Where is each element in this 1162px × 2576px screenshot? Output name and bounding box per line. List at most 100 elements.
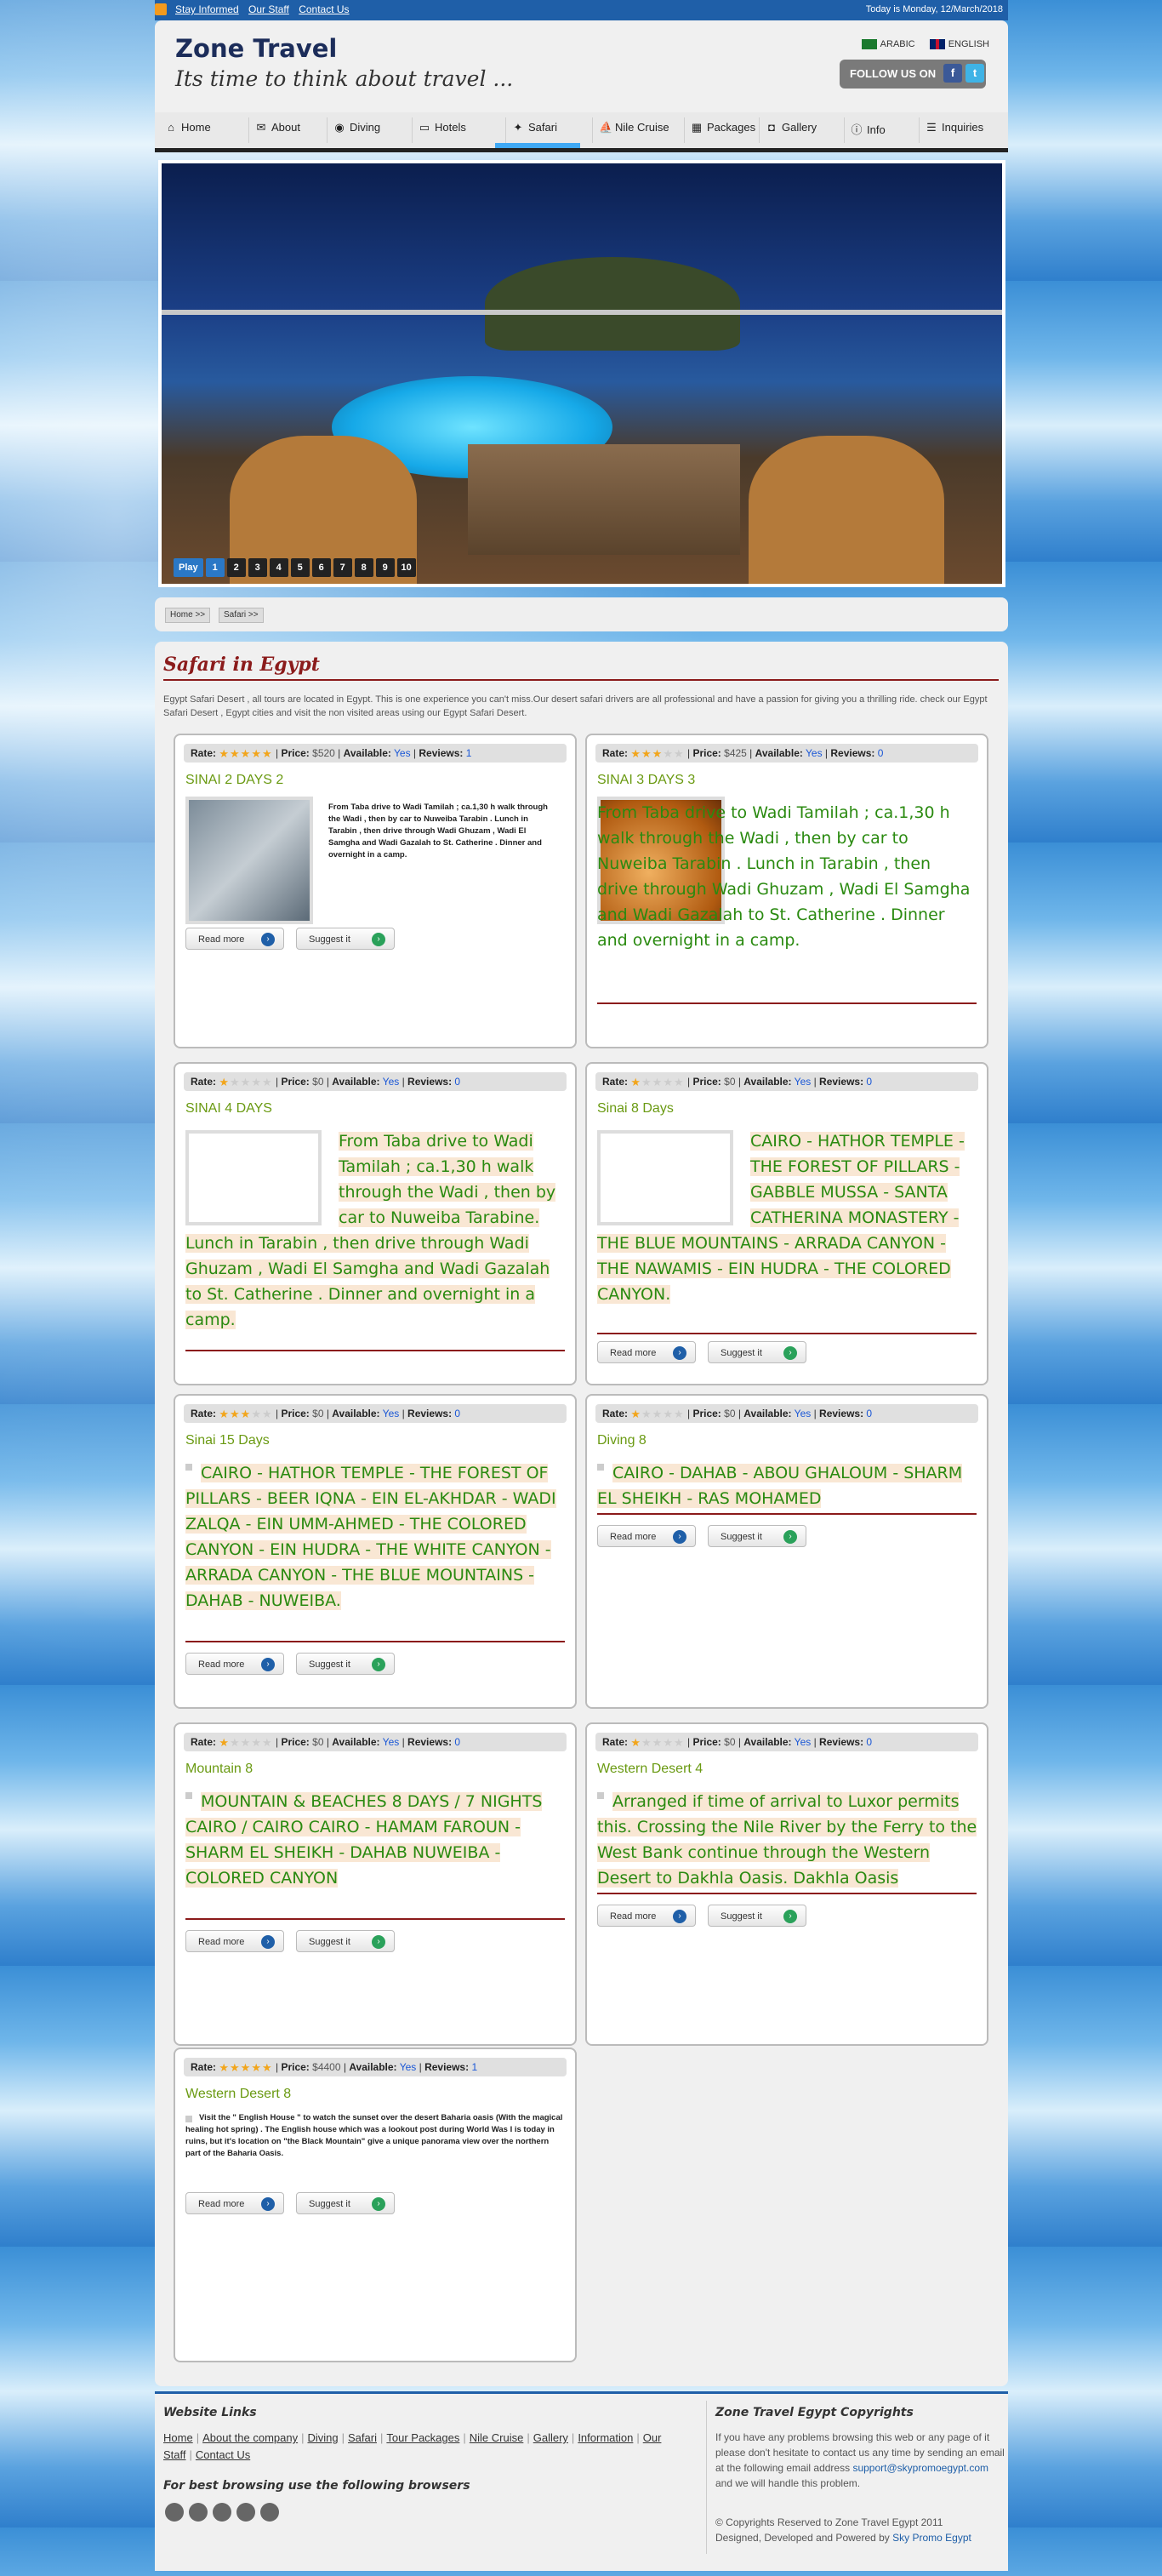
slider-play-button[interactable]: Play (174, 558, 203, 577)
camera-icon: ◘ (768, 121, 775, 134)
breadcrumb-home[interactable]: Home >> (165, 608, 211, 623)
tour-title[interactable]: Western Desert 8 (185, 2087, 291, 2102)
footer-link-information[interactable]: Information (578, 2431, 633, 2444)
nav-item-home[interactable]: ⌂ Home (165, 121, 211, 140)
footer-link-tour-packages[interactable]: Tour Packages (386, 2431, 459, 2444)
tour-title[interactable]: SINAI 2 DAYS 2 (185, 773, 283, 788)
suggest-button[interactable]: Suggest it › (708, 1341, 806, 1363)
nav-item-about[interactable]: ✉ About (255, 121, 300, 140)
stay-informed-link[interactable]: Stay Informed (175, 3, 239, 15)
tour-actions: Read more › Suggest it › (597, 1341, 810, 1363)
footer-link-contact-us[interactable]: Contact Us (196, 2448, 250, 2461)
lang-english[interactable]: ENGLISH (929, 39, 989, 50)
breadcrumb-safari[interactable]: Safari >> (219, 608, 264, 623)
footer-link-home[interactable]: Home (163, 2431, 193, 2444)
home-icon: ⌂ (168, 121, 174, 134)
nav-item-nile-cruise[interactable]: ⛵ Nile Cruise (599, 121, 669, 140)
tour-card: Rate: ★★★★★ | Price: $4400 | Available: … (174, 2048, 577, 2362)
tour-meta-bar: Rate: ★★★★★ | Price: $4400 | Available: … (184, 2058, 567, 2076)
read-more-button[interactable]: Read more › (185, 1653, 284, 1675)
suggest-button[interactable]: Suggest it › (708, 1905, 806, 1927)
list-icon: ☰ (926, 121, 937, 134)
read-more-button[interactable]: Read more › (185, 928, 284, 950)
rate-label: Rate: (191, 1408, 217, 1419)
facebook-icon[interactable]: f (943, 64, 962, 83)
price-value: $520 (312, 747, 335, 759)
nav-item-safari[interactable]: ✦ Safari (512, 121, 557, 140)
footer-link-about-the-company[interactable]: About the company (202, 2431, 298, 2444)
slider-page-7[interactable]: 7 (333, 558, 352, 577)
slider-page-1[interactable]: 1 (205, 558, 225, 577)
chrome-icon[interactable] (189, 2503, 208, 2522)
opera-icon[interactable] (260, 2503, 279, 2522)
price-label: Price: (692, 1076, 721, 1088)
slider-page-8[interactable]: 8 (354, 558, 373, 577)
nav-separator (844, 117, 845, 143)
read-more-button[interactable]: Read more › (185, 2192, 284, 2214)
tour-title[interactable]: Mountain 8 (185, 1762, 253, 1777)
slider-page-10[interactable]: 10 (396, 558, 416, 577)
tour-title[interactable]: SINAI 4 DAYS (185, 1101, 272, 1117)
footer-link-nile-cruise[interactable]: Nile Cruise (470, 2431, 524, 2444)
tour-actions: Read more › Suggest it › (597, 1525, 810, 1547)
internet-explorer-icon[interactable] (236, 2503, 255, 2522)
nav-item-gallery[interactable]: ◘ Gallery (766, 121, 817, 140)
safari-icon[interactable] (213, 2503, 231, 2522)
tour-meta-bar: Rate: ★★★★★ | Price: $425 | Available: Y… (595, 744, 978, 763)
lang-arabic[interactable]: ARABIC (861, 39, 915, 50)
tour-title[interactable]: Western Desert 4 (597, 1762, 703, 1777)
nav-item-diving[interactable]: ◉ Diving (333, 121, 380, 140)
rss-icon[interactable] (155, 3, 167, 15)
nav-item-hotels[interactable]: ▭ Hotels (419, 121, 466, 140)
description-underline (185, 1641, 565, 1642)
slider-page-4[interactable]: 4 (269, 558, 288, 577)
tour-meta-bar: Rate: ★★★★★ | Price: $0 | Available: Yes… (595, 1072, 978, 1091)
nav-item-packages[interactable]: ▦ Packages (691, 121, 755, 140)
suggest-button[interactable]: Suggest it › (296, 2192, 395, 2214)
read-more-label: Read more (610, 1532, 657, 1542)
tour-card: Rate: ★★★★★ | Price: $0 | Available: Yes… (585, 1394, 988, 1709)
read-more-label: Read more (198, 2199, 245, 2209)
tour-description: CAIRO - HATHOR TEMPLE - THE FOREST OF PI… (597, 1128, 982, 1307)
copyright-lines: © Copyrights Reserved to Zone Travel Egy… (715, 2515, 1005, 2545)
slider-page-9[interactable]: 9 (375, 558, 395, 577)
slider-page-3[interactable]: 3 (248, 558, 267, 577)
twitter-icon[interactable]: t (965, 64, 984, 83)
read-more-button[interactable]: Read more › (185, 1930, 284, 1952)
star-icon: ★ (230, 1407, 241, 1420)
slider-page-2[interactable]: 2 (226, 558, 246, 577)
support-email-link[interactable]: support@skypromoegypt.com (852, 2462, 988, 2474)
tour-card: Rate: ★★★★★ | Price: $0 | Available: Yes… (174, 1722, 577, 2046)
tour-title[interactable]: SINAI 3 DAYS 3 (597, 773, 695, 788)
our-staff-link[interactable]: Our Staff (248, 3, 289, 15)
footer-link-safari[interactable]: Safari (348, 2431, 377, 2444)
read-more-button[interactable]: Read more › (597, 1905, 696, 1927)
designer-link[interactable]: Sky Promo Egypt (892, 2532, 971, 2544)
read-more-button[interactable]: Read more › (597, 1341, 696, 1363)
tour-title[interactable]: Sinai 8 Days (597, 1101, 674, 1117)
suggest-button[interactable]: Suggest it › (708, 1525, 806, 1547)
nav-item-info[interactable]: ⓘ Info (851, 121, 885, 140)
contact-us-link[interactable]: Contact Us (299, 3, 349, 15)
site-title[interactable]: Zone Travel (175, 34, 337, 63)
reviews-value: 0 (866, 1408, 873, 1419)
description-underline (597, 1893, 977, 1894)
reviews-label: Reviews: (830, 747, 875, 759)
slider-page-5[interactable]: 5 (290, 558, 310, 577)
read-more-button[interactable]: Read more › (597, 1525, 696, 1547)
reviews-label: Reviews: (424, 2061, 470, 2073)
nav-item-inquiries[interactable]: ☰ Inquiries (926, 121, 983, 140)
star-icon: ★ (630, 1407, 642, 1420)
footer-link-diving[interactable]: Diving (308, 2431, 339, 2444)
firefox-icon[interactable] (165, 2503, 184, 2522)
tour-thumbnail[interactable] (185, 797, 313, 924)
suggest-button[interactable]: Suggest it › (296, 1653, 395, 1675)
suggest-button[interactable]: Suggest it › (296, 1930, 395, 1952)
suggest-button[interactable]: Suggest it › (296, 928, 395, 950)
tour-title[interactable]: Diving 8 (597, 1433, 647, 1448)
tour-meta-bar: Rate: ★★★★★ | Price: $0 | Available: Yes… (184, 1733, 567, 1751)
slider-page-6[interactable]: 6 (311, 558, 331, 577)
tour-title[interactable]: Sinai 15 Days (185, 1433, 270, 1448)
suggest-label: Suggest it (309, 934, 350, 945)
footer-link-gallery[interactable]: Gallery (533, 2431, 568, 2444)
